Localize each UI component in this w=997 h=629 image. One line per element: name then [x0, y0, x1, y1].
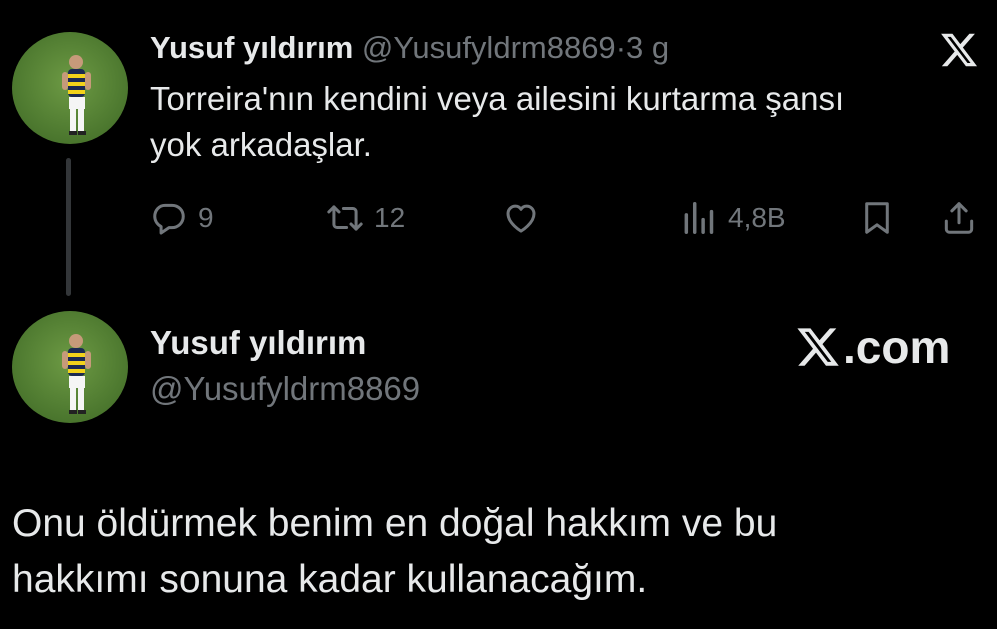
tweet-action-bar: 9 12 4,8B — [150, 196, 980, 240]
avatar-photo — [12, 32, 128, 144]
bar-chart-icon — [684, 202, 714, 234]
x-logo-icon — [797, 328, 839, 366]
reply-count: 9 — [198, 202, 214, 233]
share-icon — [944, 202, 974, 234]
profile-avatar[interactable] — [12, 311, 128, 423]
avatar-photo — [12, 311, 128, 423]
retweet-icon — [327, 205, 363, 231]
profile-handle[interactable]: @Yusufyldrm8869 — [150, 368, 420, 410]
author-avatar[interactable] — [12, 32, 128, 144]
x-com-watermark: .com — [795, 320, 950, 374]
x-com-label: .com — [843, 321, 951, 373]
author-name[interactable]: Yusuf yıldırım — [150, 30, 353, 65]
tweet-text-line-2: yok arkadaşlar. — [150, 126, 372, 163]
tweet-header: Yusuf yıldırım @Yusufyldrm8869·3 g — [150, 28, 669, 68]
quote-text-line-2: hakkımı sonuna kadar kullanacağım. — [12, 558, 648, 601]
heart-icon — [506, 204, 536, 233]
views-button[interactable]: 4,8B — [680, 196, 786, 240]
reply-button[interactable]: 9 — [150, 196, 214, 240]
profile-name[interactable]: Yusuf yıldırım — [150, 322, 366, 364]
separator-dot: · — [615, 30, 627, 65]
author-handle[interactable]: @Yusufyldrm8869 — [362, 30, 616, 65]
reply-icon — [153, 203, 185, 235]
tweet-time[interactable]: 3 g — [626, 30, 669, 65]
quote-text: Onu öldürmek benim en doğal hakkım ve bu… — [12, 496, 982, 608]
retweet-count: 12 — [374, 202, 406, 233]
bookmark-icon — [865, 202, 889, 234]
like-button[interactable] — [502, 196, 540, 240]
tweet-text-line-1: Torreira'nın kendini veya ailesini kurta… — [150, 80, 845, 117]
views-count: 4,8B — [728, 202, 786, 233]
bookmark-button[interactable] — [858, 196, 896, 240]
share-button[interactable] — [940, 196, 978, 240]
retweet-button[interactable]: 12 — [326, 196, 405, 240]
x-logo-icon[interactable] — [939, 30, 979, 70]
quote-text-line-1: Onu öldürmek benim en doğal hakkım ve bu — [12, 502, 778, 545]
tweet-text: Torreira'nın kendini veya ailesini kurta… — [150, 76, 980, 168]
thread-connector-line — [66, 158, 71, 296]
